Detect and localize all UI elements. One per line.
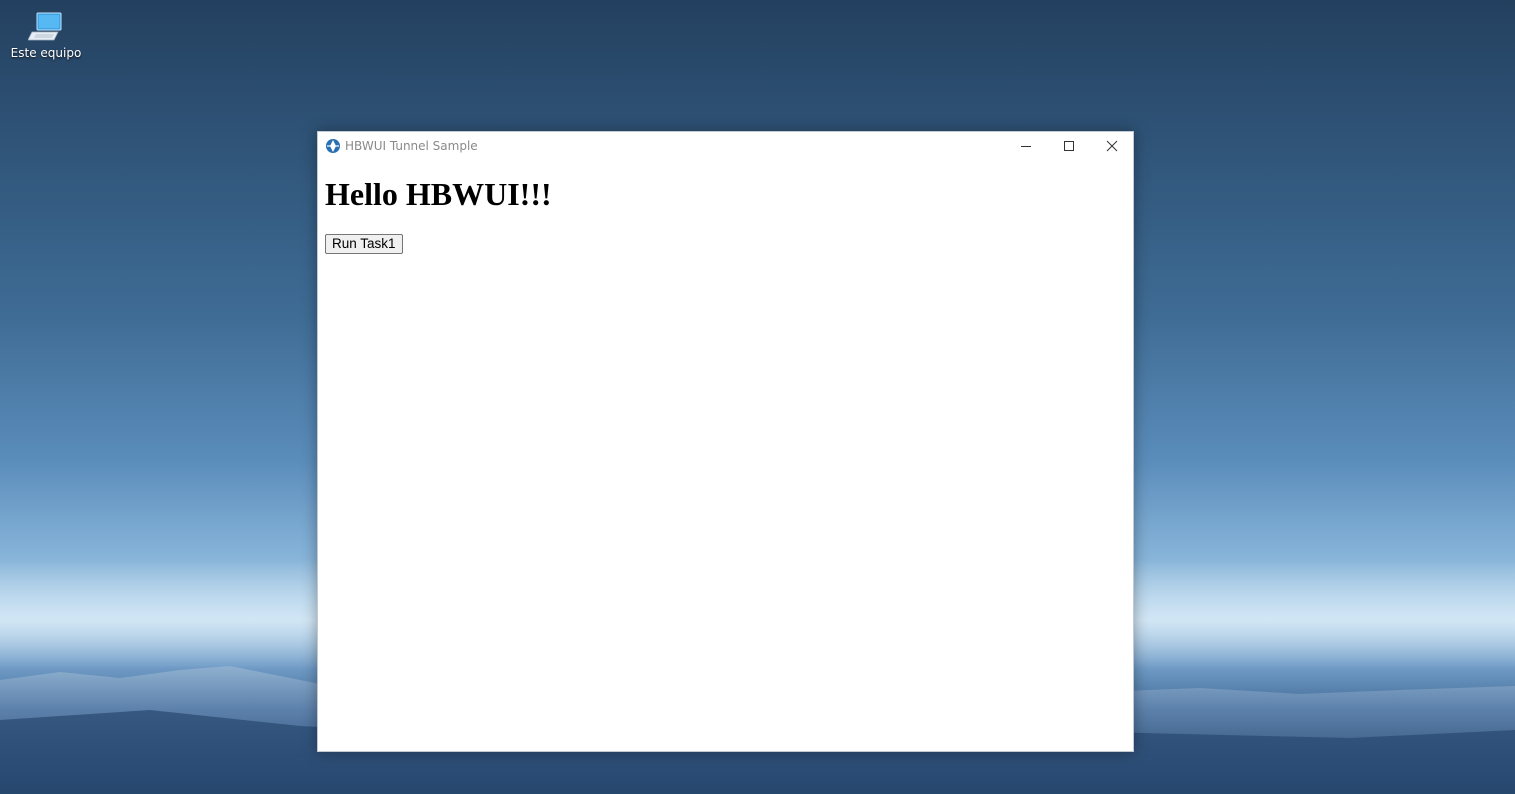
computer-icon: [28, 12, 62, 41]
window-content: Hello HBWUI!!! Run Task1: [318, 176, 1133, 255]
app-window: HBWUI Tunnel Sample Hello HBWUI!!! Run T…: [317, 131, 1134, 752]
close-icon: [1106, 140, 1117, 152]
desktop-icon-label: Este equipo: [10, 46, 82, 60]
maximize-button[interactable]: [1047, 132, 1090, 160]
close-button[interactable]: [1090, 132, 1133, 160]
run-task1-button[interactable]: Run Task1: [325, 234, 403, 255]
app-logo-icon: [325, 138, 341, 154]
desktop-icon-este-equipo[interactable]: Este equipo: [10, 10, 82, 60]
minimize-icon: [1020, 146, 1031, 147]
window-controls: [1004, 132, 1133, 160]
window-title: HBWUI Tunnel Sample: [345, 139, 478, 153]
maximize-icon: [1063, 141, 1074, 151]
page-heading: Hello HBWUI!!!: [325, 176, 552, 212]
title-bar[interactable]: HBWUI Tunnel Sample: [318, 132, 1133, 160]
minimize-button[interactable]: [1004, 132, 1047, 160]
